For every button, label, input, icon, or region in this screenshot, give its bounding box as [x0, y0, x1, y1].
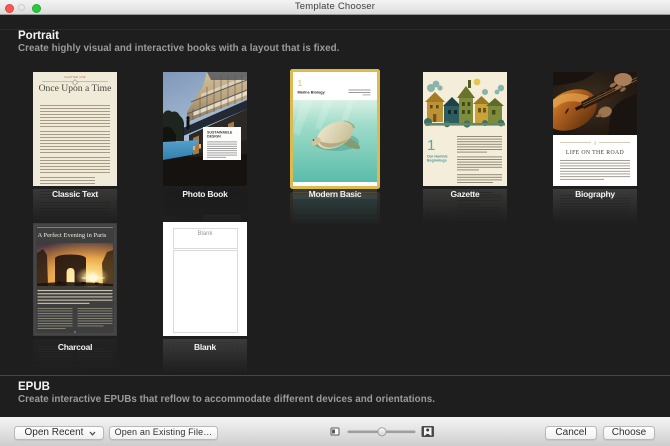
svg-text:Beginnings: Beginnings	[427, 159, 447, 163]
svg-text:Marine Biology: Marine Biology	[298, 90, 326, 94]
svg-text:A Perfect Evening in Paris: A Perfect Evening in Paris	[38, 232, 107, 239]
svg-text:1: 1	[594, 140, 596, 145]
svg-text:1: 1	[427, 137, 435, 154]
svg-text:DESIGN: DESIGN	[207, 135, 221, 139]
svg-text:LIFE ON THE ROAD: LIFE ON THE ROAD	[566, 150, 624, 156]
svg-text:1: 1	[298, 78, 303, 88]
